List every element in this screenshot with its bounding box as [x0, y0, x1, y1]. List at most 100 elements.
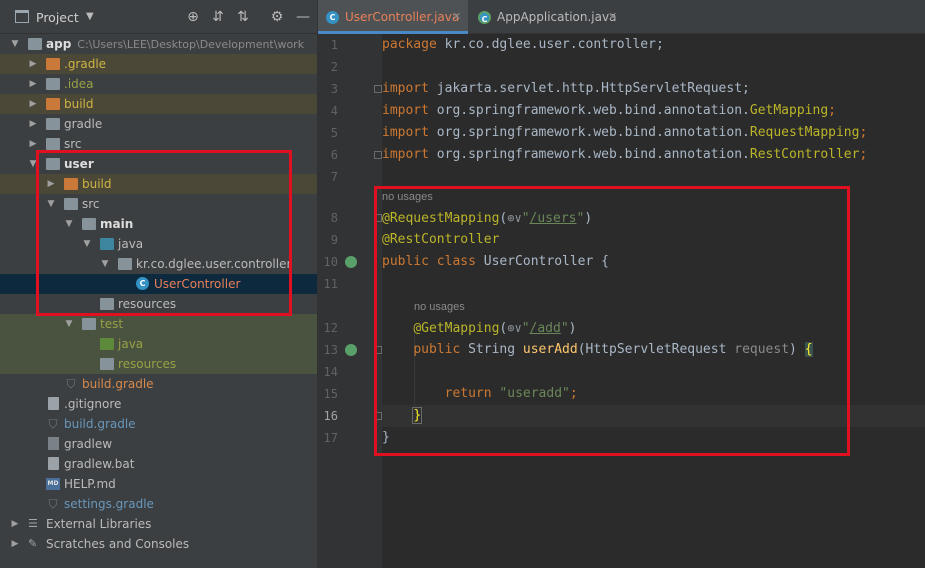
- tree-item-label: resources: [118, 357, 177, 371]
- spring-bean-icon[interactable]: [345, 256, 357, 268]
- collapse-all-icon[interactable]: ⇅: [234, 8, 252, 26]
- tree-item-gradle[interactable]: ▶ gradle: [0, 114, 317, 134]
- tree-item-main[interactable]: ▼ main: [0, 214, 317, 234]
- code-editor[interactable]: package kr.co.dglee.user.controller; imp…: [382, 34, 925, 568]
- tree-item-label: build: [64, 97, 94, 111]
- web-endpoint-icon[interactable]: ⊕∨: [507, 321, 521, 335]
- tree-item-gitignore[interactable]: .gitignore: [0, 394, 317, 414]
- crosshair-icon[interactable]: ⊕: [184, 8, 202, 26]
- code-line-15: return "useradd";: [382, 383, 925, 405]
- chevron-right-icon[interactable]: ▶: [27, 94, 39, 114]
- tree-item-label: src: [82, 197, 100, 211]
- tree-item-test[interactable]: ▼ test: [0, 314, 317, 334]
- code-text: org.springframework.web.bind.annotation.: [428, 103, 750, 118]
- tree-item-label: gradlew.bat: [64, 457, 135, 471]
- code-quote: ": [521, 211, 530, 226]
- folder-icon: [82, 318, 96, 330]
- tab-label: AppApplication.java: [497, 10, 617, 24]
- gradle-icon: ⛉: [48, 497, 58, 511]
- tree-item-gradlew[interactable]: gradlew: [0, 434, 317, 454]
- chevron-right-icon[interactable]: ▶: [27, 54, 39, 74]
- tree-item-gradlew-bat[interactable]: gradlew.bat: [0, 454, 317, 474]
- close-icon[interactable]: ✕: [452, 0, 461, 34]
- fold-icon[interactable]: [374, 151, 382, 159]
- chevron-right-icon[interactable]: ▶: [27, 74, 39, 94]
- code-text: org.springframework.web.bind.annotation.: [428, 147, 750, 162]
- terminal-file-icon: [48, 437, 59, 450]
- gear-icon[interactable]: ⚙: [268, 8, 286, 26]
- line-number: 10: [323, 255, 338, 269]
- code-url[interactable]: /users: [530, 211, 577, 226]
- tree-item-src[interactable]: ▶ src: [0, 134, 317, 154]
- tree-item-idea[interactable]: ▶ .idea: [0, 74, 317, 94]
- code-type: String: [460, 342, 523, 357]
- module-folder-icon: [46, 158, 60, 170]
- folder-orange-icon: [46, 98, 60, 110]
- code-line-8: @RequestMapping(⊕∨"/users"): [382, 207, 925, 229]
- folder-icon: [46, 78, 60, 90]
- tree-item-build[interactable]: ▶ build: [0, 94, 317, 114]
- tree-item-help-md[interactable]: MD HELP.md: [0, 474, 317, 494]
- fold-icon[interactable]: [374, 85, 382, 93]
- chevron-down-icon[interactable]: ▼: [63, 314, 75, 334]
- web-endpoint-icon[interactable]: ⊕∨: [507, 211, 521, 225]
- tree-item-app[interactable]: ▼ app C:\Users\LEE\Desktop\Development\wo…: [0, 34, 317, 54]
- tree-item-settings-gradle[interactable]: ⛉ settings.gradle: [0, 494, 317, 514]
- project-view-icon: [15, 10, 29, 23]
- tree-item-user-src[interactable]: ▼ src: [0, 194, 317, 214]
- usages-hint[interactable]: no usages: [382, 188, 433, 206]
- tree-item-user-build-gradle[interactable]: ⛉ build.gradle: [0, 374, 317, 394]
- tree-item-label: build.gradle: [82, 377, 154, 391]
- chevron-right-icon[interactable]: ▶: [9, 534, 21, 554]
- chevron-right-icon[interactable]: ▶: [9, 514, 21, 534]
- code-annotation-name: RequestMapping: [749, 125, 860, 140]
- tree-item-test-java[interactable]: java: [0, 334, 317, 354]
- line-number: 9: [330, 233, 338, 247]
- line-number: 7: [330, 170, 338, 184]
- tree-item-scratches[interactable]: ▶ ✎ Scratches and Consoles: [0, 534, 317, 554]
- project-header: Project ▼ ⊕ ⇵ ⇅ ⚙ —: [0, 0, 317, 34]
- tree-item-resources[interactable]: resources: [0, 294, 317, 314]
- line-number: 11: [323, 277, 338, 291]
- fold-icon[interactable]: [374, 214, 382, 222]
- tree-item-user-build[interactable]: ▶ build: [0, 174, 317, 194]
- code-line-4: import org.springframework.web.bind.anno…: [382, 100, 925, 122]
- code-keyword: package: [382, 37, 437, 52]
- libraries-icon: ☰: [28, 517, 38, 530]
- chevron-down-icon[interactable]: ▼: [81, 234, 93, 254]
- minimize-icon[interactable]: —: [294, 8, 312, 26]
- editor-area: C UserController.java ✕ C AppApplication…: [318, 0, 925, 568]
- chevron-right-icon[interactable]: ▶: [45, 174, 57, 194]
- tab-appapplication[interactable]: C AppApplication.java ✕: [470, 0, 630, 34]
- code-paren: ): [568, 321, 577, 336]
- code-url[interactable]: /add: [530, 321, 561, 336]
- chevron-down-icon[interactable]: ▼: [27, 154, 39, 174]
- tab-usercontroller[interactable]: C UserController.java ✕: [318, 0, 468, 34]
- tree-item-usercontroller[interactable]: C UserController: [0, 274, 317, 294]
- tree-item-build-gradle[interactable]: ⛉ build.gradle: [0, 414, 317, 434]
- tree-item-java[interactable]: ▼ java: [0, 234, 317, 254]
- close-icon[interactable]: ✕: [608, 0, 617, 34]
- tree-item-external-libraries[interactable]: ▶ ☰ External Libraries: [0, 514, 317, 534]
- tree-item-package[interactable]: ▼ kr.co.dglee.user.controller: [0, 254, 317, 274]
- chevron-down-icon[interactable]: ▼: [45, 194, 57, 214]
- chevron-right-icon[interactable]: ▶: [27, 114, 39, 134]
- line-number: 1: [330, 38, 338, 52]
- code-brace: }: [412, 407, 423, 424]
- tree-item-user[interactable]: ▼ user: [0, 154, 317, 174]
- line-number: 4: [330, 104, 338, 118]
- chevron-right-icon[interactable]: ▶: [27, 134, 39, 154]
- tree-item-gradle-cache[interactable]: ▶ .gradle: [0, 54, 317, 74]
- chevron-down-icon[interactable]: ▼: [63, 214, 75, 234]
- code-keyword: return: [444, 386, 492, 401]
- usages-hint[interactable]: no usages: [414, 298, 465, 316]
- fold-icon[interactable]: [374, 412, 382, 420]
- fold-icon[interactable]: [374, 346, 382, 354]
- tree-item-test-resources[interactable]: resources: [0, 354, 317, 374]
- spring-request-mapping-icon[interactable]: [345, 344, 357, 356]
- expand-all-icon[interactable]: ⇵: [209, 8, 227, 26]
- chevron-down-icon[interactable]: ▼: [99, 254, 111, 274]
- chevron-down-icon[interactable]: ▼: [86, 11, 94, 22]
- project-title[interactable]: Project: [36, 10, 79, 25]
- chevron-down-icon[interactable]: ▼: [9, 34, 21, 54]
